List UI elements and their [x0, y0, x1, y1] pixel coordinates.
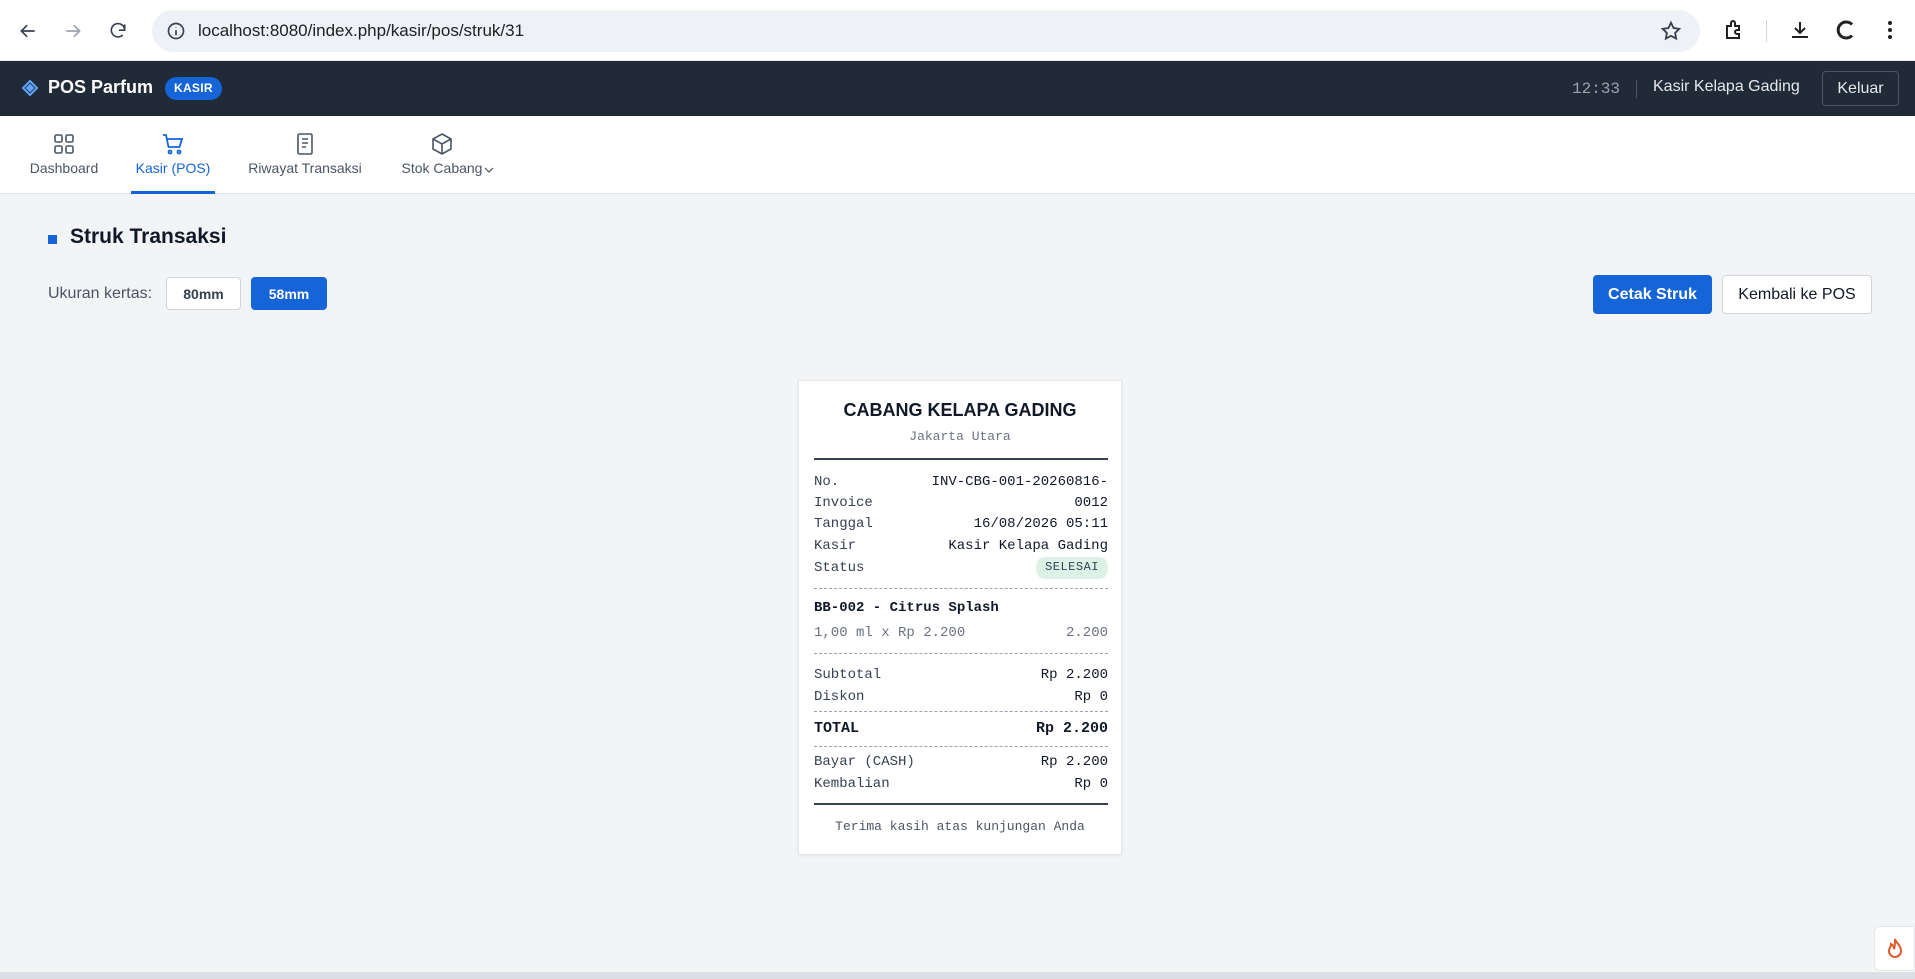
status-badge: SELESAI — [1036, 557, 1108, 579]
site-info-icon[interactable] — [166, 21, 186, 41]
flame-icon[interactable] — [1874, 926, 1915, 971]
receipt-city: Jakarta Utara — [909, 429, 1011, 444]
tab-kasir-pos[interactable]: Kasir (POS) — [131, 116, 215, 194]
subtotal-label: Subtotal — [814, 667, 882, 683]
change-row: Kembalian Rp 0 — [814, 773, 1108, 795]
receipt-divider — [814, 653, 1108, 654]
page-title: Struk Transaksi — [70, 225, 227, 248]
menu-dots-icon[interactable] — [1878, 18, 1902, 42]
receipt-invoice-row-2: Invoice 0012 — [814, 492, 1108, 514]
paid-value: Rp 2.200 — [1040, 754, 1108, 770]
app-title: POS Parfum — [48, 77, 154, 97]
bookmark-star-icon[interactable] — [1660, 20, 1682, 42]
back-arrow-icon[interactable] — [12, 15, 44, 47]
invoice-value-cont: 0012 — [1074, 495, 1108, 511]
invoice-label-cont: Invoice — [814, 495, 873, 511]
cashier-value: Kasir Kelapa Gading — [948, 538, 1108, 554]
tab-label: Stok Cabang — [401, 160, 483, 176]
app-header: POS Parfum KASIR 12:33 Kasir Kelapa Gadi… — [0, 61, 1915, 116]
status-label: Status — [814, 560, 865, 576]
logout-button[interactable]: Keluar — [1822, 71, 1899, 106]
cart-icon — [163, 134, 184, 155]
receipt-footer: Terima kasih atas kunjungan Anda — [835, 819, 1085, 834]
receipt-date-row: Tanggal 16/08/2026 05:11 — [814, 513, 1108, 535]
item-amount: 2.200 — [1065, 625, 1108, 641]
browser-toolbar: localhost:8080/index.php/kasir/pos/struk… — [0, 0, 1915, 61]
main-nav: Dashboard Kasir (POS) Riwayat Transaksi … — [0, 116, 1915, 194]
item-detail-row: 1,00 ml x Rp 2.200 2.200 — [814, 622, 1108, 644]
extensions-icon[interactable] — [1723, 18, 1747, 42]
paper-80mm-button[interactable]: 80mm — [166, 277, 241, 310]
box-icon — [432, 133, 452, 155]
invoice-value: INV-CBG-001-20260816- — [931, 474, 1108, 490]
receipt-cashier-row: Kasir Kasir Kelapa Gading — [814, 535, 1108, 557]
address-bar[interactable]: localhost:8080/index.php/kasir/pos/struk… — [152, 10, 1700, 52]
tab-label: Riwayat Transaksi — [248, 160, 362, 176]
discount-label: Diskon — [814, 689, 865, 705]
chevron-down-icon — [484, 167, 494, 173]
tab-label: Kasir (POS) — [135, 160, 211, 176]
toolbar-divider — [1766, 20, 1767, 42]
discount-row: Diskon Rp 0 — [814, 686, 1108, 708]
paid-row: Bayar (CASH) Rp 2.200 — [814, 751, 1108, 773]
paid-label: Bayar (CASH) — [814, 754, 915, 770]
item-qty-line: 1,00 ml x Rp 2.200 — [814, 625, 966, 641]
receipt-divider — [814, 588, 1108, 589]
tab-dashboard[interactable]: Dashboard — [28, 116, 100, 194]
receipt-divider — [814, 711, 1108, 712]
profile-icon[interactable] — [1833, 18, 1857, 42]
change-value: Rp 0 — [1074, 776, 1108, 792]
tab-label: Dashboard — [29, 160, 99, 176]
grid-icon — [54, 134, 74, 154]
tab-stok-cabang[interactable]: Stok Cabang — [399, 116, 494, 194]
back-to-pos-button[interactable]: Kembali ke POS — [1722, 275, 1872, 314]
receipt-divider — [814, 803, 1108, 805]
url-text[interactable]: localhost:8080/index.php/kasir/pos/struk… — [198, 21, 524, 41]
diamond-logo-icon — [22, 80, 38, 96]
cashier-label: Kasir — [814, 538, 857, 554]
clock: 12:33 — [1572, 80, 1621, 98]
receipt: CABANG KELAPA GADING Jakarta Utara No. I… — [798, 380, 1122, 855]
discount-value: Rp 0 — [1074, 689, 1108, 705]
receipt-divider — [814, 746, 1108, 747]
date-value: 16/08/2026 05:11 — [973, 516, 1108, 532]
subtotal-value: Rp 2.200 — [1040, 667, 1108, 683]
total-row: TOTAL Rp 2.200 — [814, 718, 1108, 740]
receipt-divider — [814, 458, 1108, 460]
print-receipt-button[interactable]: Cetak Struk — [1593, 275, 1712, 314]
document-icon — [297, 133, 313, 155]
total-value: Rp 2.200 — [1035, 720, 1108, 737]
window-bottom-edge — [0, 972, 1915, 979]
download-icon[interactable] — [1788, 18, 1812, 42]
item-name: BB-002 - Citrus Splash — [814, 600, 999, 616]
reload-icon[interactable] — [102, 15, 134, 47]
invoice-label: No. — [814, 474, 840, 490]
receipt-invoice-row: No. INV-CBG-001-20260816- — [814, 471, 1108, 493]
forward-arrow-icon[interactable] — [57, 15, 89, 47]
change-label: Kembalian — [814, 776, 890, 792]
date-label: Tanggal — [814, 516, 873, 532]
current-user: Kasir Kelapa Gading — [1653, 78, 1800, 95]
subtotal-row: Subtotal Rp 2.200 — [814, 664, 1108, 686]
tab-riwayat-transaksi[interactable]: Riwayat Transaksi — [245, 116, 365, 194]
total-label: TOTAL — [814, 720, 860, 737]
paper-58mm-button[interactable]: 58mm — [251, 277, 327, 310]
title-marker — [48, 235, 57, 244]
role-badge: KASIR — [165, 77, 222, 100]
receipt-status-row: Status SELESAI — [814, 557, 1108, 579]
receipt-store-name: CABANG KELAPA GADING — [843, 400, 1077, 420]
paper-size-label: Ukuran kertas: — [48, 285, 153, 302]
header-divider — [1636, 80, 1637, 98]
